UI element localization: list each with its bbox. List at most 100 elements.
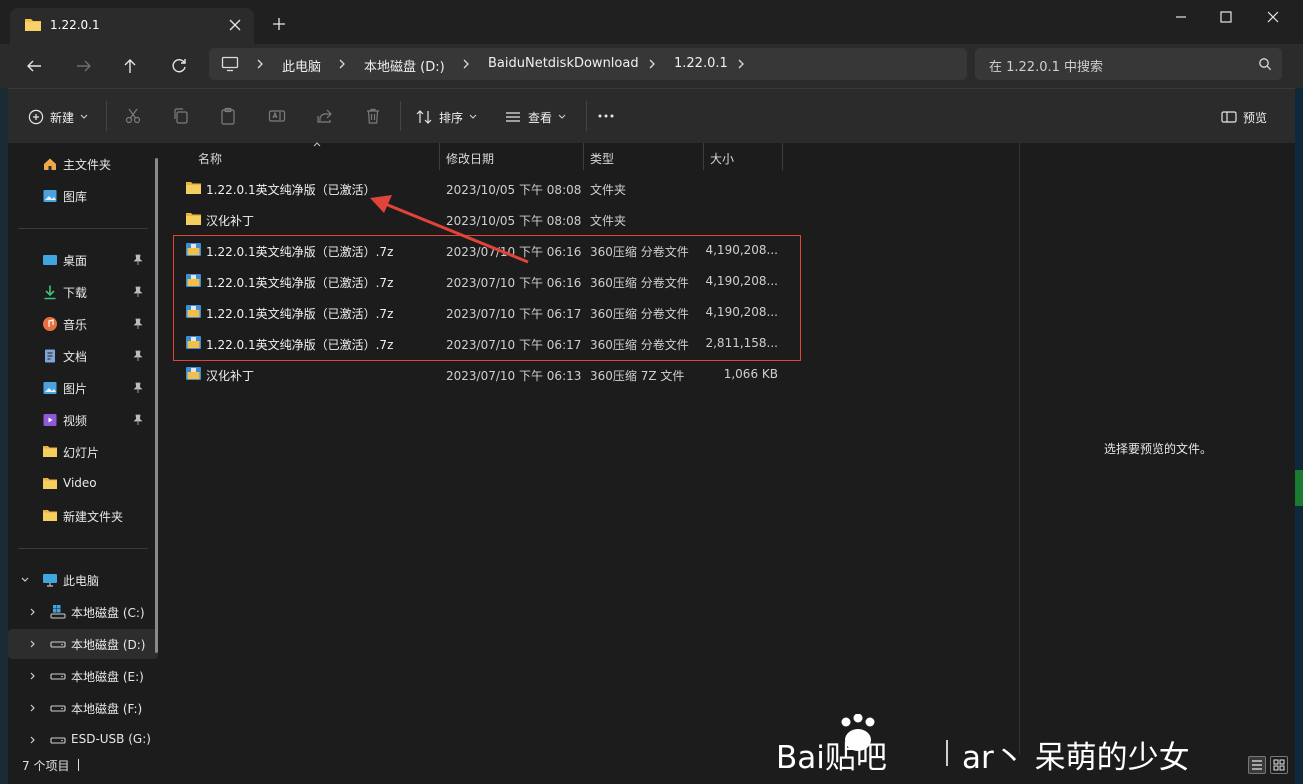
sidebar-item-video-folder[interactable]: Video: [8, 469, 158, 499]
pin-icon[interactable]: [132, 286, 144, 298]
tiles-view-icon[interactable]: [1270, 756, 1288, 774]
pin-icon[interactable]: [132, 414, 144, 426]
forward-arrow-icon[interactable]: [72, 54, 96, 78]
breadcrumb-baidu-download[interactable]: BaiduNetdiskDownload: [488, 56, 639, 71]
sidebar-item-videos[interactable]: 视频: [8, 405, 158, 435]
pin-icon[interactable]: [132, 254, 144, 266]
plus-circle-icon: [28, 109, 44, 125]
tab-title: 1.22.0.1: [50, 18, 100, 32]
maximize-icon[interactable]: [1215, 6, 1237, 28]
copy-icon[interactable]: [171, 106, 191, 126]
paste-icon[interactable]: [218, 106, 238, 126]
search-input[interactable]: 在 1.22.0.1 中搜索: [975, 48, 1282, 80]
sidebar-item-new-folder[interactable]: 新建文件夹: [8, 501, 158, 531]
folder-icon: [42, 508, 58, 524]
file-list: 名称 修改日期 类型 大小 1.22.0.1英文纯净版（已激活） 2023/10…: [170, 142, 1018, 755]
toolbar-divider: [106, 101, 107, 131]
sidebar-item-label: 下载: [63, 286, 88, 300]
sidebar-item-label: 文档: [63, 350, 88, 364]
search-placeholder: 在 1.22.0.1 中搜索: [989, 60, 1104, 75]
computer-icon: [42, 572, 58, 588]
background-strip-accent: [1295, 470, 1303, 506]
chevron-right-icon[interactable]: [461, 58, 471, 70]
chevron-right-icon[interactable]: [28, 703, 38, 713]
chevron-right-icon[interactable]: [28, 671, 38, 681]
sidebar-item-drive-e[interactable]: 本地磁盘 (E:): [8, 661, 158, 691]
sidebar-item-gallery[interactable]: 图库: [8, 181, 158, 211]
system-drive-icon: [50, 604, 66, 620]
rename-icon[interactable]: [267, 106, 287, 126]
sidebar-item-drive-d[interactable]: 本地磁盘 (D:): [8, 629, 158, 659]
sidebar-item-slides[interactable]: 幻灯片: [8, 437, 158, 467]
up-arrow-icon[interactable]: [118, 54, 142, 78]
breadcrumb-current-folder[interactable]: 1.22.0.1: [674, 56, 728, 71]
sidebar-item-documents[interactable]: 文档: [8, 341, 158, 371]
address-bar[interactable]: 此电脑 本地磁盘 (D:) BaiduNetdiskDownload 1.22.…: [209, 48, 967, 80]
download-icon: [42, 284, 58, 300]
sidebar-item-music[interactable]: 音乐: [8, 309, 158, 339]
sidebar-item-drive-c[interactable]: 本地磁盘 (C:): [8, 597, 158, 627]
new-button[interactable]: 新建: [28, 106, 88, 128]
sidebar-item-label: Video: [63, 476, 97, 490]
chevron-right-icon[interactable]: [337, 58, 347, 70]
sidebar-item-label: 本地磁盘 (F:): [71, 702, 143, 716]
chevron-right-icon[interactable]: [28, 607, 38, 617]
picture-icon: [42, 380, 58, 396]
pin-icon[interactable]: [132, 382, 144, 394]
command-bar: 新建 排序 查看 预览: [8, 88, 1295, 143]
chevron-right-icon[interactable]: [647, 58, 657, 70]
drive-icon: [50, 636, 66, 652]
view-list-icon: [504, 109, 522, 125]
close-window-icon[interactable]: [1262, 6, 1284, 28]
chevron-right-icon[interactable]: [28, 735, 38, 745]
sidebar-item-label: 本地磁盘 (E:): [71, 670, 144, 684]
sidebar-item-drive-g[interactable]: ESD-USB (G:): [8, 725, 158, 755]
more-options-icon[interactable]: [596, 106, 616, 126]
sidebar-item-this-pc[interactable]: 此电脑: [8, 565, 158, 595]
close-tab-icon[interactable]: [226, 16, 244, 34]
chevron-right-icon[interactable]: [736, 58, 746, 70]
sidebar-item-label: 新建文件夹: [63, 510, 124, 524]
sort-icon: [415, 109, 433, 125]
preview-button[interactable]: 预览: [1221, 106, 1267, 128]
chevron-right-icon[interactable]: [255, 58, 265, 70]
delete-icon[interactable]: [363, 106, 383, 126]
status-divider: [78, 759, 79, 771]
background-strip-left: [0, 44, 8, 784]
sidebar-item-desktop[interactable]: 桌面: [8, 245, 158, 275]
pin-icon[interactable]: [132, 350, 144, 362]
search-icon[interactable]: [1258, 57, 1272, 71]
navigation-bar: 此电脑 本地磁盘 (D:) BaiduNetdiskDownload 1.22.…: [0, 44, 1303, 88]
new-tab-icon[interactable]: [270, 15, 288, 33]
preview-message: 选择要预览的文件。: [1103, 442, 1212, 456]
back-arrow-icon[interactable]: [22, 54, 46, 78]
sort-button[interactable]: 排序: [415, 106, 477, 128]
sidebar-item-drive-f[interactable]: 本地磁盘 (F:): [8, 693, 158, 723]
details-view-icon[interactable]: [1248, 756, 1266, 774]
sidebar-item-downloads[interactable]: 下载: [8, 277, 158, 307]
window-tab[interactable]: 1.22.0.1: [10, 8, 254, 44]
background-strip-right: [1295, 0, 1303, 784]
chevron-down-icon[interactable]: [20, 575, 30, 585]
sidebar-item-pictures[interactable]: 图片: [8, 373, 158, 403]
sidebar-item-label: 此电脑: [63, 574, 100, 588]
pin-icon[interactable]: [132, 318, 144, 330]
cut-icon[interactable]: [123, 106, 143, 126]
folder-icon: [24, 17, 42, 32]
refresh-icon[interactable]: [167, 54, 191, 78]
drive-icon: [50, 700, 66, 716]
sort-button-label: 排序: [439, 110, 464, 125]
breadcrumb-this-pc[interactable]: 此电脑: [282, 56, 321, 75]
view-button[interactable]: 查看: [504, 106, 566, 128]
watermark-brand: Bai贴吧: [776, 740, 887, 776]
sidebar-item-label: ESD-USB (G:): [71, 732, 151, 746]
share-icon[interactable]: [315, 106, 335, 126]
sidebar-scrollbar[interactable]: [155, 158, 158, 653]
chevron-right-icon[interactable]: [28, 639, 38, 649]
breadcrumb-drive-d[interactable]: 本地磁盘 (D:): [364, 56, 445, 75]
new-button-label: 新建: [50, 110, 75, 125]
home-icon: [42, 156, 58, 172]
sidebar-item-home[interactable]: 主文件夹: [8, 149, 158, 179]
item-count: 7 个项目: [22, 759, 70, 773]
minimize-icon[interactable]: [1170, 6, 1192, 28]
